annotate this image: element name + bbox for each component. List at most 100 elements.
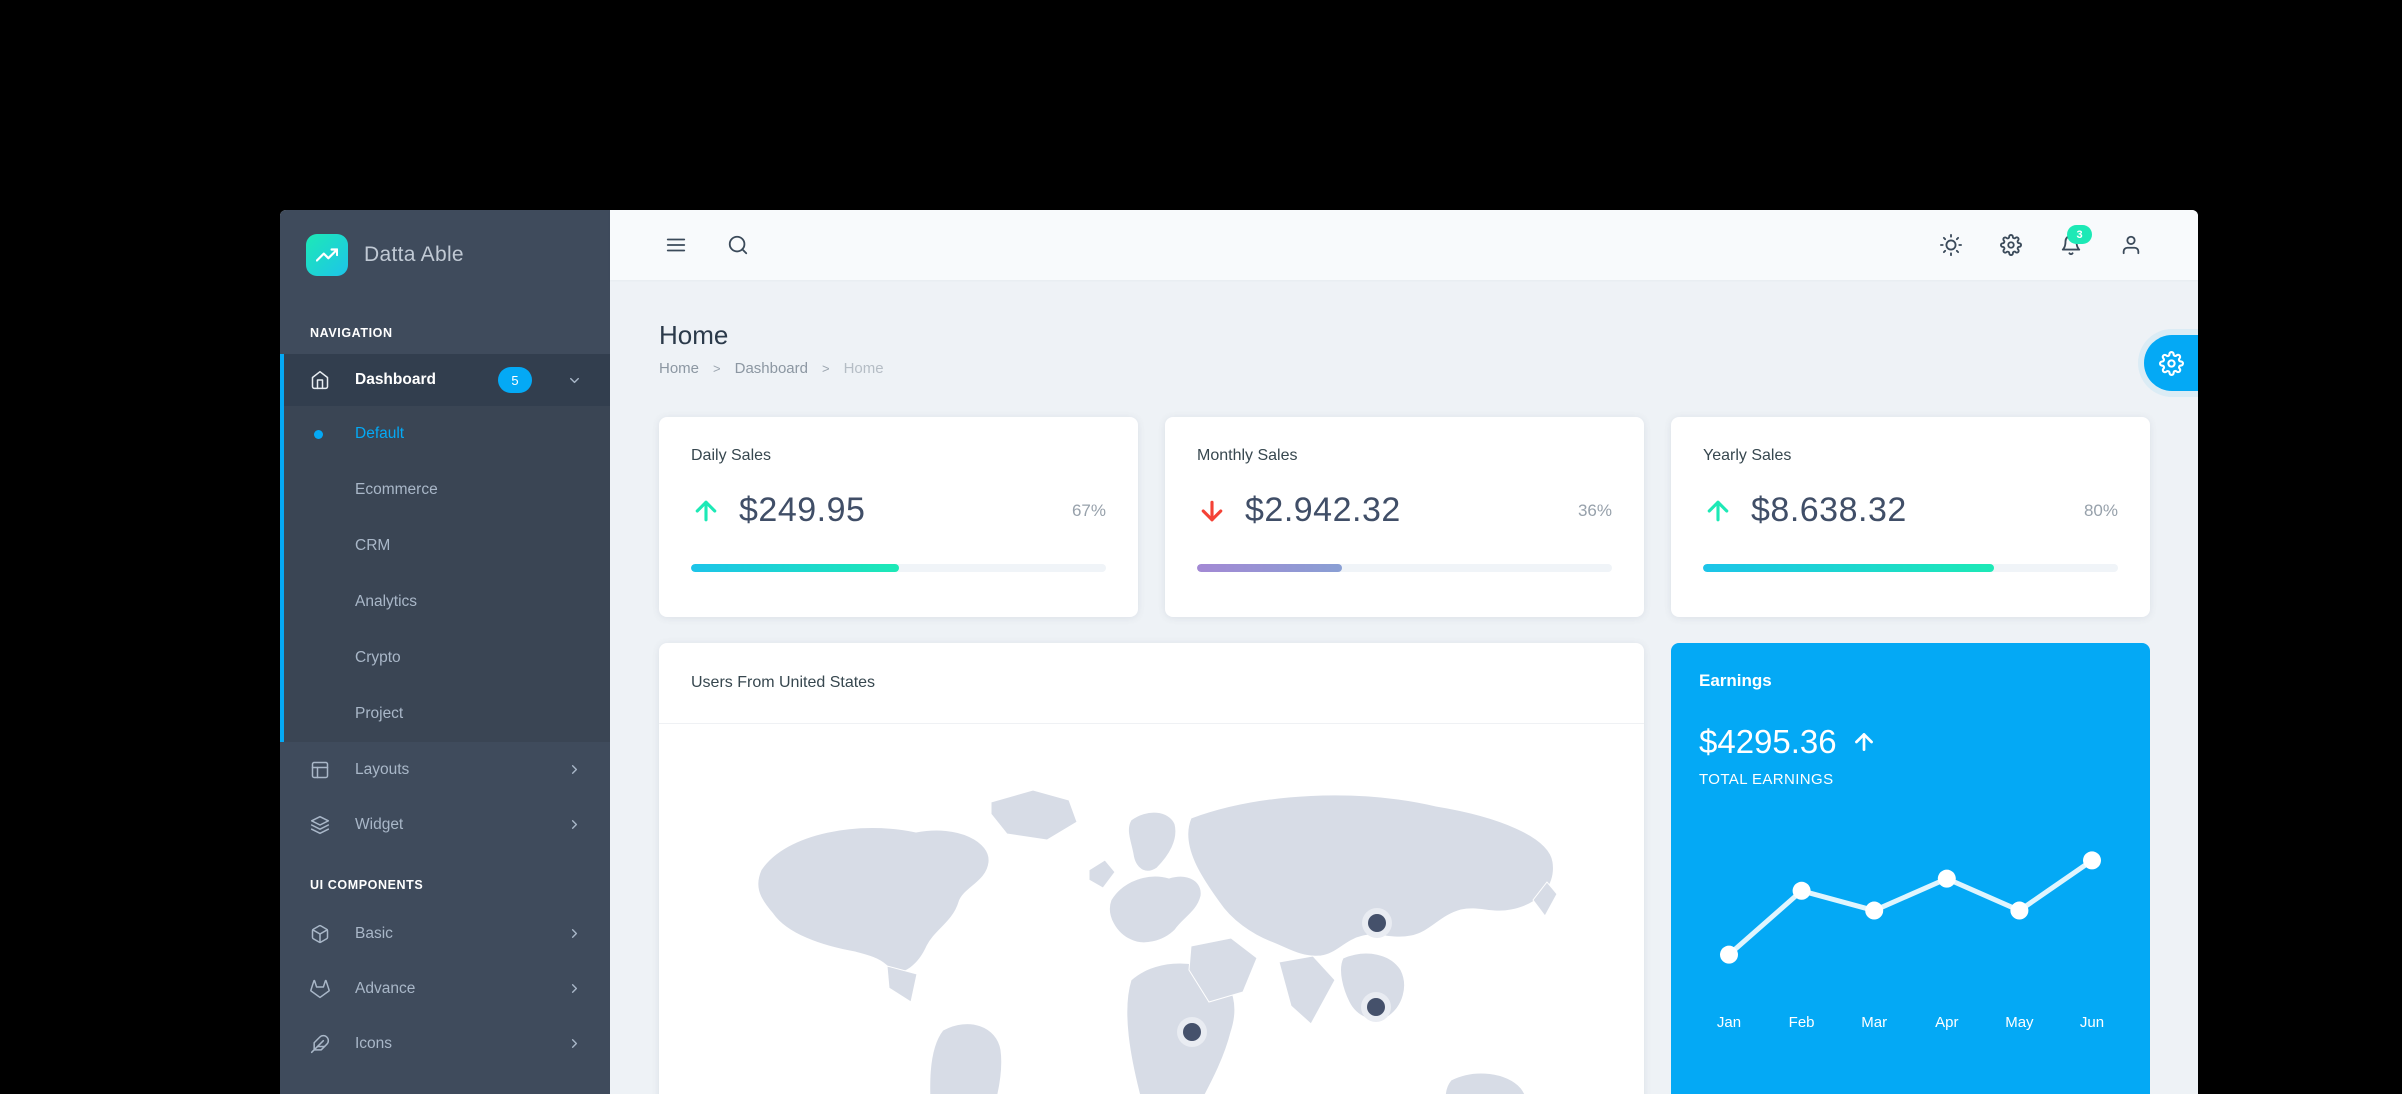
brand-name: Datta Able (364, 243, 464, 267)
svg-text:Jun: Jun (2080, 1014, 2104, 1031)
sidebar-item-label: Widget (355, 816, 542, 834)
progress-fill (1197, 564, 1342, 572)
map-north-america (758, 828, 989, 973)
main-area: 3 Home Home > Dashboard > Home Daily Sal… (610, 210, 2198, 1094)
breadcrumb-home[interactable]: Home (659, 360, 699, 377)
daily-sales-card: Daily Sales $249.95 67% (659, 417, 1138, 617)
page-content: Home Home > Dashboard > Home Daily Sales… (610, 280, 2198, 1094)
gear-icon (2159, 351, 2184, 376)
sidebar-item-crypto[interactable]: Crypto (284, 630, 610, 686)
layout-icon (310, 760, 330, 780)
box-icon (310, 924, 330, 944)
svg-text:Feb: Feb (1789, 1014, 1815, 1031)
chevron-right-icon (567, 926, 582, 941)
second-row: Users From United States (659, 643, 2150, 1094)
home-icon (310, 370, 330, 390)
svg-text:May: May (2005, 1014, 2034, 1031)
arrow-up-icon (1851, 729, 1877, 755)
world-map (659, 724, 1644, 1094)
card-value: $249.95 (739, 491, 865, 530)
progress-bar (1703, 564, 2118, 572)
sidebar-item-label: Advance (355, 980, 542, 998)
card-title: Daily Sales (691, 447, 1106, 465)
chevron-right-icon (567, 1036, 582, 1051)
yearly-sales-card: Yearly Sales $8.638.32 80% (1671, 417, 2150, 617)
sidebar-item-dashboard[interactable]: Dashboard 5 (284, 354, 610, 406)
map-marker[interactable] (1177, 1017, 1207, 1047)
layers-icon (310, 815, 330, 835)
sidebar-item-label: Icons (355, 1035, 542, 1053)
stat-cards-row: Daily Sales $249.95 67% Monthly Sales (659, 417, 2150, 617)
menu-icon[interactable] (665, 234, 687, 256)
sidebar-item-default[interactable]: Default (284, 406, 610, 462)
sidebar-item-advance[interactable]: Advance (280, 961, 610, 1016)
user-icon[interactable] (2120, 234, 2142, 256)
earnings-value: $4295.36 (1699, 723, 1837, 761)
nav-section-label-navigation: NAVIGATION (280, 300, 610, 354)
sidebar-item-icons[interactable]: Icons (280, 1016, 610, 1071)
breadcrumb-current: Home (844, 360, 884, 377)
bell-icon[interactable]: 3 (2060, 234, 2082, 256)
sidebar-item-widget[interactable]: Widget (280, 797, 610, 852)
svg-text:Mar: Mar (1861, 1014, 1887, 1031)
card-percent: 36% (1578, 501, 1612, 521)
sidebar-item-label: Dashboard (355, 371, 473, 389)
map-marker[interactable] (1361, 992, 1391, 1022)
map-australia (1445, 1073, 1528, 1094)
chevron-right-icon (567, 817, 582, 832)
map-india (1279, 956, 1335, 1024)
dashboard-submenu: Default Ecommerce CRM Analytics Crypto P… (284, 406, 610, 742)
map-greenland (991, 790, 1077, 840)
config-fab-button[interactable] (2144, 335, 2198, 391)
sidebar-item-label: Basic (355, 925, 542, 943)
nav-section-label-ui-components: UI COMPONENTS (280, 852, 610, 906)
map-south-america (930, 1024, 1002, 1094)
map-marker[interactable] (1362, 908, 1392, 938)
sidebar-item-project[interactable]: Project (284, 686, 610, 742)
progress-fill (1703, 564, 1994, 572)
dashboard-count-badge: 5 (498, 367, 532, 393)
sidebar: Datta Able NAVIGATION Dashboard 5 Defaul… (280, 210, 610, 1094)
earnings-title: Earnings (1699, 671, 2122, 691)
nav-group-dashboard: Dashboard 5 Default Ecommerce CRM Analyt… (280, 354, 610, 742)
svg-text:Jan: Jan (1717, 1014, 1741, 1031)
gitlab-icon (310, 979, 330, 999)
card-percent: 80% (2084, 501, 2118, 521)
breadcrumb-separator: > (822, 361, 830, 376)
progress-fill (691, 564, 899, 572)
progress-bar (691, 564, 1106, 572)
map-central-america (887, 966, 917, 1002)
sun-icon[interactable] (1940, 234, 1962, 256)
sidebar-item-basic[interactable]: Basic (280, 906, 610, 961)
sidebar-item-crm[interactable]: CRM (284, 518, 610, 574)
chevron-right-icon (567, 762, 582, 777)
notification-badge: 3 (2067, 225, 2092, 244)
breadcrumb-dashboard[interactable]: Dashboard (735, 360, 808, 377)
breadcrumb: Home > Dashboard > Home (659, 360, 2150, 377)
app-window: Datta Able NAVIGATION Dashboard 5 Defaul… (280, 210, 2198, 1094)
monthly-sales-card: Monthly Sales $2.942.32 36% (1165, 417, 1644, 617)
map-card-title: Users From United States (659, 643, 1644, 724)
map-scandinavia (1128, 812, 1175, 871)
map-uk (1089, 860, 1115, 888)
card-value: $8.638.32 (1751, 491, 1907, 530)
progress-bar (1197, 564, 1612, 572)
brand[interactable]: Datta Able (280, 210, 610, 300)
sidebar-item-layouts[interactable]: Layouts (280, 742, 610, 797)
card-title: Yearly Sales (1703, 447, 2118, 465)
earnings-subtitle: TOTAL EARNINGS (1699, 771, 2122, 788)
card-title: Monthly Sales (1197, 447, 1612, 465)
arrow-down-icon (1197, 496, 1227, 526)
arrow-up-icon (691, 496, 721, 526)
sidebar-item-label: Layouts (355, 761, 542, 779)
sidebar-item-analytics[interactable]: Analytics (284, 574, 610, 630)
feather-icon (310, 1034, 330, 1054)
search-icon[interactable] (727, 234, 749, 256)
trending-up-icon (306, 234, 348, 276)
chevron-right-icon (567, 981, 582, 996)
map-europe (1109, 876, 1201, 943)
users-map-card: Users From United States (659, 643, 1644, 1094)
sidebar-item-ecommerce[interactable]: Ecommerce (284, 462, 610, 518)
chevron-down-icon (567, 373, 582, 388)
settings-icon[interactable] (2000, 234, 2022, 256)
